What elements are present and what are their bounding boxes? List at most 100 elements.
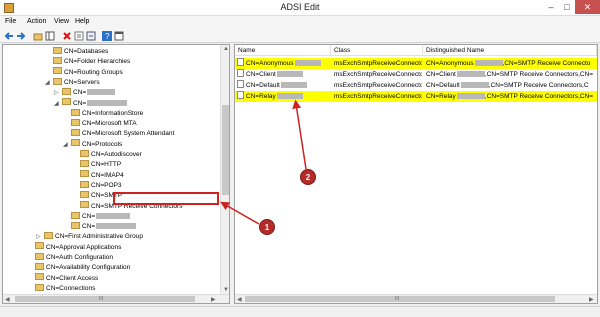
forward-arrow-icon[interactable] <box>16 31 26 41</box>
list-item[interactable]: CN=Relay msExchSmtpReceiveConnector CN=Rel… <box>235 91 597 102</box>
cell-class: msExchSmtpReceiveConnector <box>334 71 422 78</box>
tree-expander-icon[interactable]: ◢ <box>63 140 68 150</box>
tree-item[interactable]: CN=Auth Configuration <box>35 252 113 263</box>
tree-item[interactable]: CN=Autodiscover <box>80 149 142 160</box>
close-button[interactable]: ✕ <box>575 0 600 14</box>
details-horizontal-scrollbar[interactable]: ◀ III ▶ <box>235 294 597 303</box>
redacted-text <box>456 71 485 78</box>
column-header-distinguished-name[interactable]: Distinguished Name <box>423 45 597 56</box>
tree-item[interactable]: CN=Availability Configuration <box>35 263 130 273</box>
console-pane-icon[interactable] <box>114 31 124 41</box>
redacted-text <box>87 99 128 106</box>
cell-distinguished-name: CN=Relay ,CN=SMTP Receive Connectors,CN= <box>426 91 597 102</box>
tree-item-label: CN=Client Access <box>46 274 99 282</box>
tree-item[interactable]: CN= <box>71 211 131 222</box>
tree-item[interactable]: CN= <box>71 221 137 232</box>
show-hide-tree-icon[interactable] <box>45 31 55 41</box>
tree-item[interactable]: ◢ CN=Protocols <box>63 139 123 150</box>
folder-icon <box>35 263 44 271</box>
tree-expander-icon[interactable]: ◢ <box>54 99 59 109</box>
folder-icon <box>71 118 80 126</box>
title-bar: ADSI Edit – □ ✕ <box>0 0 600 16</box>
tree-item[interactable]: CN=IMAP4 <box>80 170 124 181</box>
details-horizontal-scroll-thumb[interactable]: III <box>245 296 555 302</box>
tree-item[interactable]: CN=Databases <box>53 46 108 57</box>
svg-text:?: ? <box>105 32 110 41</box>
menu-bar: File Action View Help <box>0 16 600 29</box>
tree-item-label: CN= <box>82 223 96 231</box>
cell-class: msExchSmtpReceiveConnector <box>334 82 422 89</box>
details-scroll-right-icon[interactable]: ▶ <box>589 296 594 303</box>
scroll-left-icon[interactable]: ◀ <box>5 296 10 303</box>
tree-expander-icon[interactable]: ◢ <box>45 78 50 88</box>
tree-vertical-scroll-thumb[interactable] <box>222 105 229 195</box>
tree-item[interactable]: CN=Client Access <box>35 273 99 284</box>
list-item[interactable]: CN=Default msExchSmtpReceiveConnector CN=D… <box>235 80 597 91</box>
tree-item[interactable]: ◢ CN=Servers <box>45 77 100 88</box>
tree-item[interactable]: CN=Microsoft MTA <box>71 118 137 129</box>
tree-horizontal-scroll-thumb[interactable]: III <box>15 296 195 302</box>
properties-icon[interactable] <box>74 31 84 41</box>
tree-item[interactable]: CN=Approval Applications <box>35 242 122 253</box>
tree-item[interactable]: CN=Routing Groups <box>53 67 123 78</box>
tree-expander-icon[interactable]: ▷ <box>54 88 59 98</box>
tree-item[interactable]: CN=InformationStore <box>71 108 143 119</box>
connector-name: CN=Default <box>246 82 280 89</box>
tree-item[interactable]: CN=POP3 <box>80 180 122 191</box>
cell-distinguished-name: CN=Anonymous ,CN=SMTP Receive Connecto <box>426 58 597 69</box>
menu-help[interactable]: Help <box>75 18 89 25</box>
export-list-icon[interactable] <box>86 31 96 41</box>
folder-icon <box>71 211 80 219</box>
delete-icon[interactable] <box>62 31 72 41</box>
tree-expander-icon[interactable]: ▷ <box>36 232 41 242</box>
tree-item[interactable]: ◢ CN= <box>54 98 128 109</box>
cell-class: msExchSmtpReceiveConnector <box>334 93 422 100</box>
folder-icon <box>80 160 89 168</box>
help-icon[interactable]: ? <box>102 31 112 41</box>
scroll-grip-icon: III <box>99 296 104 302</box>
folder-icon <box>80 180 89 188</box>
menu-action[interactable]: Action <box>27 18 46 25</box>
redacted-text <box>87 89 116 96</box>
list-item[interactable]: CN=Anonymous msExchSmtpReceiveConnector CN… <box>235 58 597 69</box>
tree-item[interactable]: ▷ CN= <box>54 87 116 98</box>
tree-item-label: CN=Protocols <box>82 140 123 148</box>
tree-item-label: CN=Approval Applications <box>46 243 122 251</box>
callout-badge-2: 2 <box>300 169 316 185</box>
back-arrow-icon[interactable] <box>4 31 14 41</box>
tree-item-label: CN=Autodiscover <box>91 151 142 158</box>
connector-name: CN=Client <box>246 71 276 78</box>
menu-view[interactable]: View <box>54 18 69 25</box>
dn-suffix: ,CN=SMTP Receive Connectors,CN= <box>484 71 594 78</box>
tree-item[interactable]: CN=Microsoft System Attendant <box>71 129 174 139</box>
folder-icon <box>35 273 44 281</box>
scroll-down-icon[interactable]: ▼ <box>223 287 229 293</box>
up-folder-icon[interactable] <box>33 31 43 41</box>
window-title: ADSI Edit <box>280 2 320 12</box>
redacted-text <box>294 60 321 67</box>
tree-pane[interactable]: CN=Databases CN=Folder Hierarchies CN=Rout… <box>2 44 230 304</box>
menu-file[interactable]: File <box>5 18 16 25</box>
column-header-class[interactable]: Class <box>331 45 423 56</box>
tree-item-label: CN=HTTP <box>91 161 122 169</box>
cell-name: CN=Client <box>237 69 331 80</box>
list-item[interactable]: CN=Client msExchSmtpReceiveConnector CN=Cl… <box>235 69 597 80</box>
folder-icon <box>71 129 80 137</box>
folder-icon <box>71 221 80 229</box>
scroll-up-icon[interactable]: ▲ <box>223 46 229 52</box>
tree-item[interactable]: CN=Folder Hierarchies <box>53 57 130 67</box>
tree-horizontal-scrollbar[interactable]: ◀ III ▶ <box>3 294 229 303</box>
tree-item[interactable]: CN=Connections <box>35 283 95 294</box>
tree-item[interactable]: ▷ CN=First Administrative Group <box>36 232 143 242</box>
column-header-name[interactable]: Name <box>235 45 331 56</box>
details-scroll-left-icon[interactable]: ◀ <box>237 296 242 303</box>
tree-item[interactable]: CN=HTTP <box>80 160 121 170</box>
tree-vertical-scrollbar[interactable]: ▲ ▼ <box>220 45 229 295</box>
folder-icon <box>35 242 44 250</box>
scroll-right-icon[interactable]: ▶ <box>211 296 216 303</box>
dn-prefix: CN=Relay <box>426 93 456 100</box>
tree-item-label: CN=Microsoft System Attendant <box>82 130 175 138</box>
details-pane[interactable]: Name Class Distinguished Name CN=Anonymo… <box>234 44 598 304</box>
redacted-text <box>474 60 503 67</box>
folder-icon <box>80 190 89 198</box>
